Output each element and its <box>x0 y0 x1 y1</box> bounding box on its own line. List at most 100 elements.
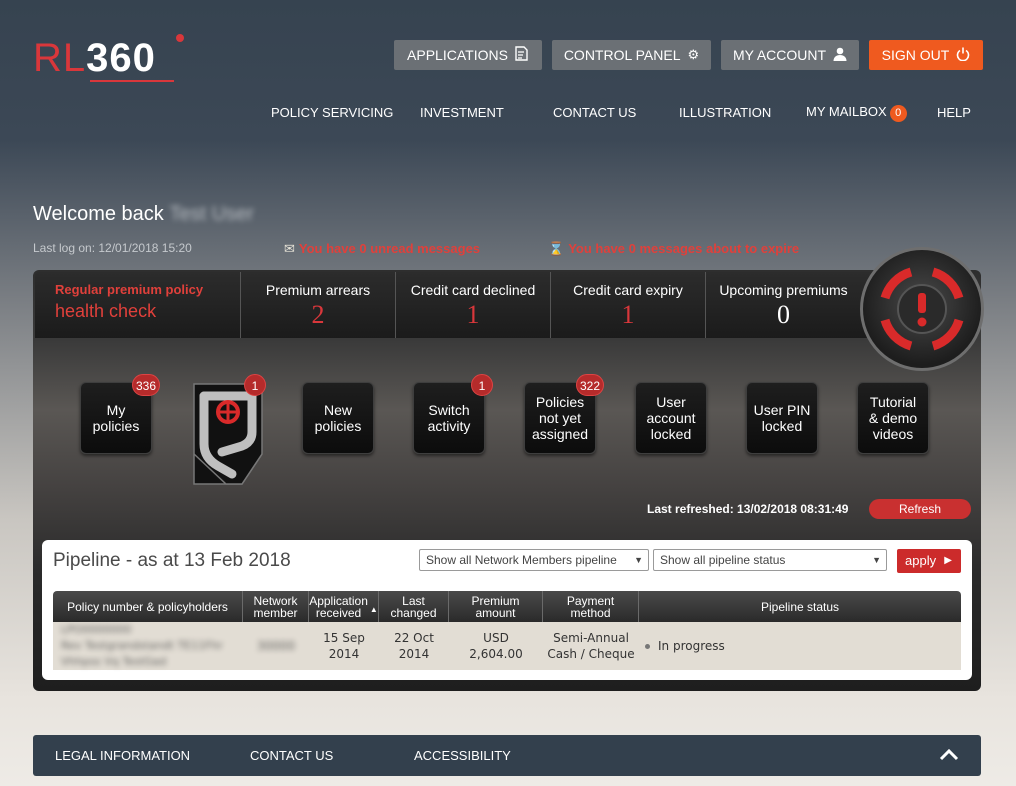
tile-new-policies-label: New policies <box>314 402 362 434</box>
power-icon <box>956 47 970 64</box>
premium-arrears-value: 2 <box>311 300 325 329</box>
refresh-button[interactable]: Refresh <box>869 499 971 519</box>
pipeline-table-header: Policy number & policyholders Network me… <box>53 591 961 622</box>
logo-underline <box>90 80 174 82</box>
credit-card-declined-value: 1 <box>466 300 480 329</box>
pipeline-valve-tile[interactable]: 1 <box>190 374 266 488</box>
apply-label: apply <box>905 553 937 568</box>
col-changed[interactable]: Last changed <box>379 591 449 622</box>
nav-policy-servicing[interactable]: POLICY SERVICING <box>271 105 393 120</box>
credit-card-declined-cell[interactable]: Credit card declined 1 <box>396 272 551 338</box>
cell-method: Semi-Annual Cash / Cheque <box>543 622 639 670</box>
logo-360: 360 <box>86 36 156 80</box>
table-row[interactable]: LPO0000000 Rev Testgrandstandt TE11Fhr V… <box>53 622 961 670</box>
payment-type: Cash / Cheque <box>547 647 635 661</box>
health-check-bar: Regular premium policy health check Prem… <box>35 272 915 338</box>
applications-label: APPLICATIONS <box>407 47 508 63</box>
welcome-heading: Welcome back Test User <box>33 203 254 226</box>
apply-button[interactable]: apply ▶ <box>897 549 961 573</box>
col-received[interactable]: Application received ▲ <box>309 591 379 622</box>
tile-policies-not-assigned-label: Policies not yet assigned <box>531 394 589 442</box>
tile-my-policies[interactable]: My policies 336 <box>80 374 160 454</box>
tile-switch-activity-badge: 1 <box>471 374 493 396</box>
network-members-select[interactable]: Show all Network Members pipeline ▼ <box>419 549 649 571</box>
pipeline-card: Pipeline - as at 13 Feb 2018 Show all Ne… <box>42 540 972 680</box>
nav-help[interactable]: HELP <box>937 105 971 120</box>
policyholder-line: Vhhpss Vq TestGad <box>61 655 167 668</box>
tile-switch-activity[interactable]: Switch activity 1 <box>413 374 493 454</box>
tile-user-pin-locked-label: User PIN locked <box>753 402 811 434</box>
footer-accessibility-link[interactable]: ACCESSIBILITY <box>414 748 511 763</box>
sign-out-label: SIGN OUT <box>881 47 950 63</box>
chevron-down-icon: ▼ <box>872 555 881 565</box>
nav-investment[interactable]: INVESTMENT <box>420 105 504 120</box>
footer-bar: LEGAL INFORMATION CONTACT US ACCESSIBILI… <box>33 735 981 776</box>
unread-messages-link[interactable]: ✉ You have 0 unread messages <box>284 241 480 257</box>
credit-card-expiry-value: 1 <box>621 300 635 329</box>
policy-number: LPO0000000 <box>61 623 132 636</box>
logo-rl: RL <box>33 36 87 80</box>
tile-user-account-locked[interactable]: User account locked <box>635 382 707 454</box>
sort-up-icon: ▲ <box>369 605 378 614</box>
rl360-logo[interactable]: RL360 <box>33 34 184 82</box>
received-date-line1: 15 Sep <box>323 631 365 645</box>
expiring-messages-link[interactable]: ⌛ You have 0 messages about to expire <box>548 241 799 257</box>
control-panel-button[interactable]: CONTROL PANEL ⚙ <box>552 40 711 70</box>
premium-amount: 2,604.00 <box>469 647 523 661</box>
upcoming-premiums-cell[interactable]: Upcoming premiums 0 <box>706 272 861 338</box>
upcoming-premiums-label: Upcoming premiums <box>719 282 848 298</box>
pipeline-status-select[interactable]: Show all pipeline status ▼ <box>653 549 887 571</box>
health-check-sub: health check <box>55 301 157 321</box>
cell-changed: 22 Oct 2014 <box>379 622 449 670</box>
footer-contact-link[interactable]: CONTACT US <box>250 748 333 763</box>
premium-arrears-label: Premium arrears <box>265 282 371 298</box>
credit-card-expiry-cell[interactable]: Credit card expiry 1 <box>551 272 706 338</box>
pipeline-valve-badge: 1 <box>244 374 266 396</box>
tile-switch-activity-label: Switch activity <box>427 402 471 434</box>
tile-tutorial-videos[interactable]: Tutorial & demo videos <box>857 382 929 454</box>
col-policy[interactable]: Policy number & policyholders <box>53 591 243 622</box>
welcome-username: Test User <box>169 203 254 225</box>
nav-illustration[interactable]: ILLUSTRATION <box>679 105 771 120</box>
nav-contact-us[interactable]: CONTACT US <box>553 105 636 120</box>
applications-button[interactable]: APPLICATIONS <box>394 40 542 70</box>
tile-tutorial-videos-label: Tutorial & demo videos <box>868 394 918 442</box>
cell-received: 15 Sep 2014 <box>309 622 379 670</box>
nav-my-mailbox[interactable]: MY MAILBOX 0 <box>806 104 907 122</box>
cell-policy[interactable]: LPO0000000 Rev Testgrandstandt TE11Fhr V… <box>53 622 243 670</box>
unread-messages-text: You have 0 unread messages <box>298 241 481 256</box>
payment-frequency: Semi-Annual <box>553 631 629 645</box>
gear-icon: ⚙ <box>687 47 700 62</box>
tile-policies-not-assigned-badge: 322 <box>575 374 604 396</box>
policyholder-line: Rev Testgrandstandt TE11Fhr <box>61 639 223 652</box>
hourglass-icon: ⌛ <box>548 241 565 256</box>
premium-arrears-cell[interactable]: Premium arrears 2 <box>241 272 396 338</box>
cell-network: 30000 <box>243 622 309 670</box>
col-network[interactable]: Network member <box>243 591 309 622</box>
footer-legal-link[interactable]: LEGAL INFORMATION <box>55 748 190 763</box>
welcome-prefix: Welcome back <box>33 203 164 225</box>
col-status[interactable]: Pipeline status <box>639 591 961 622</box>
col-method[interactable]: Payment method <box>543 591 639 622</box>
play-arrow-icon: ▶ <box>944 555 952 566</box>
my-account-button[interactable]: MY ACCOUNT <box>721 40 859 70</box>
health-check-label: Regular premium policy <box>55 282 204 297</box>
tile-policies-not-assigned[interactable]: Policies not yet assigned 322 <box>524 374 604 454</box>
sign-out-button[interactable]: SIGN OUT <box>869 40 983 70</box>
cell-status: In progress <box>639 622 961 670</box>
upcoming-premiums-value: 0 <box>777 300 790 329</box>
tile-my-policies-label: My policies <box>92 402 140 434</box>
tile-new-policies[interactable]: New policies <box>302 382 374 454</box>
col-premium[interactable]: Premium amount <box>449 591 543 622</box>
chevron-up-icon[interactable] <box>938 744 960 769</box>
changed-date-line1: 22 Oct <box>394 631 434 645</box>
pipeline-status-select-value: Show all pipeline status <box>660 553 786 567</box>
alert-alarm-icon[interactable] <box>860 247 984 371</box>
col-received-label: Application received <box>309 593 368 620</box>
user-icon <box>833 47 847 64</box>
status-value: In progress <box>658 639 725 653</box>
expiring-messages-text: You have 0 messages about to expire <box>568 241 800 256</box>
control-panel-label: CONTROL PANEL <box>563 47 681 63</box>
tile-user-pin-locked[interactable]: User PIN locked <box>746 382 818 454</box>
document-edit-icon <box>515 46 529 64</box>
